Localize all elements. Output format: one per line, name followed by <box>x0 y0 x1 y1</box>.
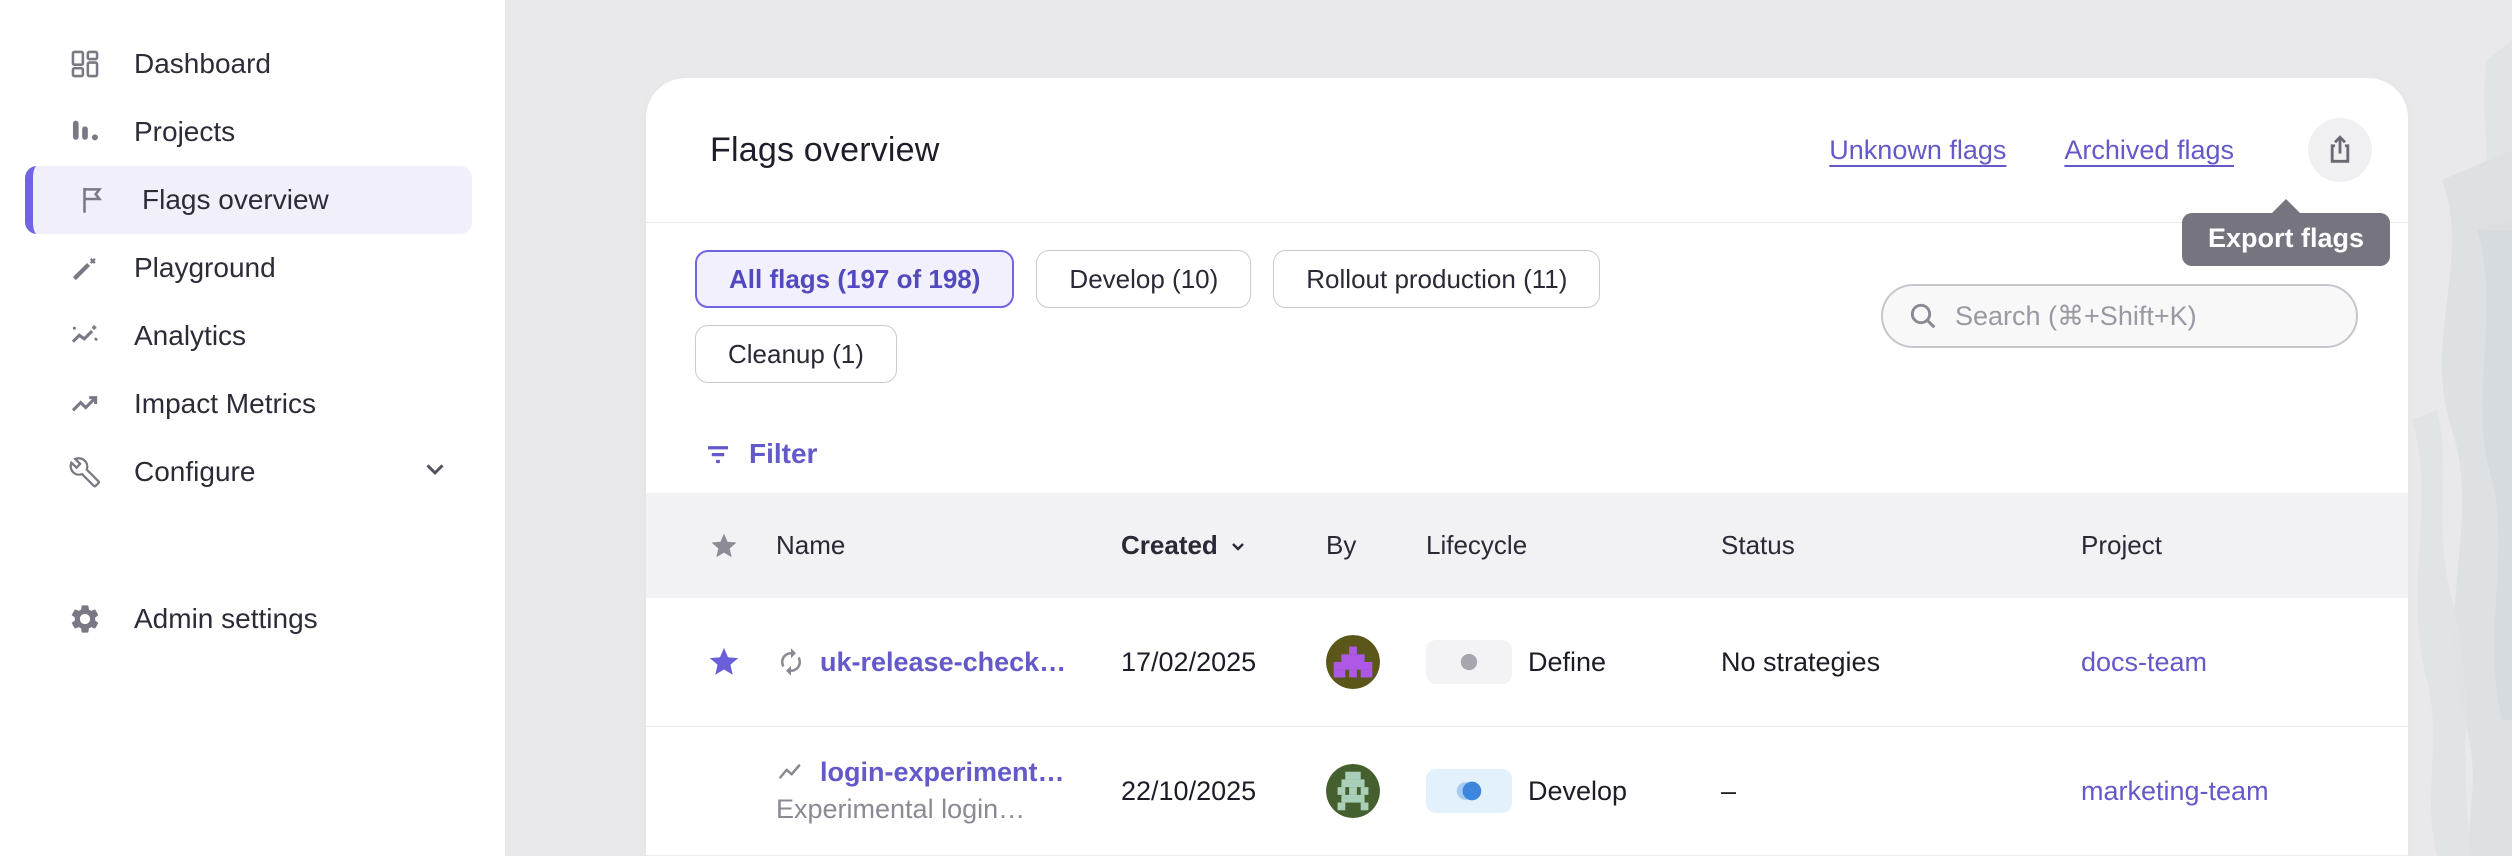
lifecycle-cell: Develop <box>1406 769 1701 813</box>
search-box <box>1881 284 2358 348</box>
lifecycle-label: Develop <box>1528 776 1627 807</box>
export-flags-tooltip: Export flags <box>2182 213 2390 266</box>
trending-up-icon <box>68 387 102 421</box>
lifecycle-develop-badge <box>1426 769 1512 813</box>
column-header-lifecycle: Lifecycle <box>1406 530 1701 561</box>
lifecycle-define-badge <box>1426 640 1512 684</box>
sidebar-item-label: Playground <box>134 252 276 284</box>
filter-area: All flags (197 of 198) Develop (10) Roll… <box>646 223 2408 493</box>
favorite-column-header[interactable] <box>692 531 756 561</box>
sidebar-item-label: Dashboard <box>134 48 271 80</box>
lifecycle-cell: Define <box>1406 640 1701 684</box>
sidebar-item-label: Flags overview <box>142 184 329 216</box>
star-filled-icon <box>707 645 741 679</box>
status-cell: No strategies <box>1701 647 2061 678</box>
unknown-flags-link[interactable]: Unknown flags <box>1829 135 2006 166</box>
created-cell: 22/10/2025 <box>1101 776 1306 807</box>
table-row[interactable]: uk-release-check… 17/02/2025 Define No s… <box>646 598 2408 727</box>
flag-description: Experimental login… <box>776 794 1101 825</box>
sidebar-item-label: Impact Metrics <box>134 388 316 420</box>
column-header-created[interactable]: Created <box>1101 530 1306 561</box>
chip-all-flags[interactable]: All flags (197 of 198) <box>695 250 1014 308</box>
export-flags-button[interactable] <box>2308 118 2372 182</box>
column-header-status: Status <box>1701 530 2061 561</box>
filter-icon <box>703 439 733 469</box>
search-input[interactable] <box>1955 301 2332 332</box>
sidebar: Dashboard Projects Flags overview Playgr… <box>0 0 505 856</box>
sidebar-item-label: Projects <box>134 116 235 148</box>
sidebar-item-label: Analytics <box>134 320 246 352</box>
sidebar-item-dashboard[interactable]: Dashboard <box>0 30 505 98</box>
sidebar-item-projects[interactable]: Projects <box>0 98 505 166</box>
project-link[interactable]: marketing-team <box>2061 776 2408 807</box>
created-cell: 17/02/2025 <box>1101 647 1306 678</box>
sidebar-item-playground[interactable]: Playground <box>0 234 505 302</box>
project-link[interactable]: docs-team <box>2061 647 2408 678</box>
status-cell: – <box>1701 776 2061 807</box>
sidebar-item-label: Admin settings <box>134 603 318 635</box>
column-header-by: By <box>1306 530 1406 561</box>
experiment-chart-icon <box>776 758 806 788</box>
page-title: Flags overview <box>710 131 940 170</box>
define-dot-icon <box>1455 648 1483 676</box>
chip-develop[interactable]: Develop (10) <box>1036 250 1251 308</box>
search-icon <box>1907 300 1939 332</box>
flags-overview-panel: Flags overview Unknown flags Archived fl… <box>646 78 2408 856</box>
sidebar-item-configure[interactable]: Configure <box>0 438 505 506</box>
avatar <box>1326 764 1380 818</box>
sidebar-item-flags-overview[interactable]: Flags overview <box>25 166 472 234</box>
gear-icon <box>68 602 102 636</box>
flag-name-link[interactable]: login-experiment… <box>820 757 1065 788</box>
sidebar-item-analytics[interactable]: Analytics <box>0 302 505 370</box>
dashboard-icon <box>68 47 102 81</box>
sort-chevron-down-icon <box>1226 534 1250 558</box>
created-by-cell <box>1306 764 1406 818</box>
projects-icon <box>68 115 102 149</box>
develop-dots-icon <box>1449 777 1489 805</box>
sidebar-item-label: Configure <box>134 456 255 488</box>
flag-name-link[interactable]: uk-release-check… <box>820 647 1066 678</box>
favorite-toggle[interactable] <box>692 645 756 679</box>
sidebar-item-admin-settings[interactable]: Admin settings <box>0 585 505 653</box>
star-icon <box>709 531 739 561</box>
created-by-cell <box>1306 635 1406 689</box>
analytics-icon <box>68 319 102 353</box>
flag-name-cell: uk-release-check… <box>756 647 1101 678</box>
flag-name-cell: login-experiment… Experimental login… <box>756 757 1101 825</box>
filter-button[interactable]: Filter <box>695 438 825 470</box>
chip-cleanup[interactable]: Cleanup (1) <box>695 325 897 383</box>
tooltip-arrow <box>2271 199 2301 214</box>
avatar <box>1326 635 1380 689</box>
release-sync-icon <box>776 647 806 677</box>
column-header-name: Name <box>756 530 1101 561</box>
panel-header: Flags overview Unknown flags Archived fl… <box>646 78 2408 223</box>
export-icon <box>2323 133 2357 167</box>
archived-flags-link[interactable]: Archived flags <box>2064 135 2234 166</box>
column-header-project: Project <box>2061 530 2408 561</box>
flags-table: Name Created By Lifecycle Status Project… <box>646 493 2408 856</box>
table-header-row: Name Created By Lifecycle Status Project <box>646 493 2408 598</box>
wrench-icon <box>68 455 102 489</box>
lifecycle-label: Define <box>1528 647 1606 678</box>
chevron-down-icon <box>420 454 450 491</box>
flag-icon <box>76 183 110 217</box>
wand-icon <box>68 251 102 285</box>
table-row[interactable]: login-experiment… Experimental login… 22… <box>646 727 2408 856</box>
sidebar-item-impact-metrics[interactable]: Impact Metrics <box>0 370 505 438</box>
chip-rollout-production[interactable]: Rollout production (11) <box>1273 250 1600 308</box>
